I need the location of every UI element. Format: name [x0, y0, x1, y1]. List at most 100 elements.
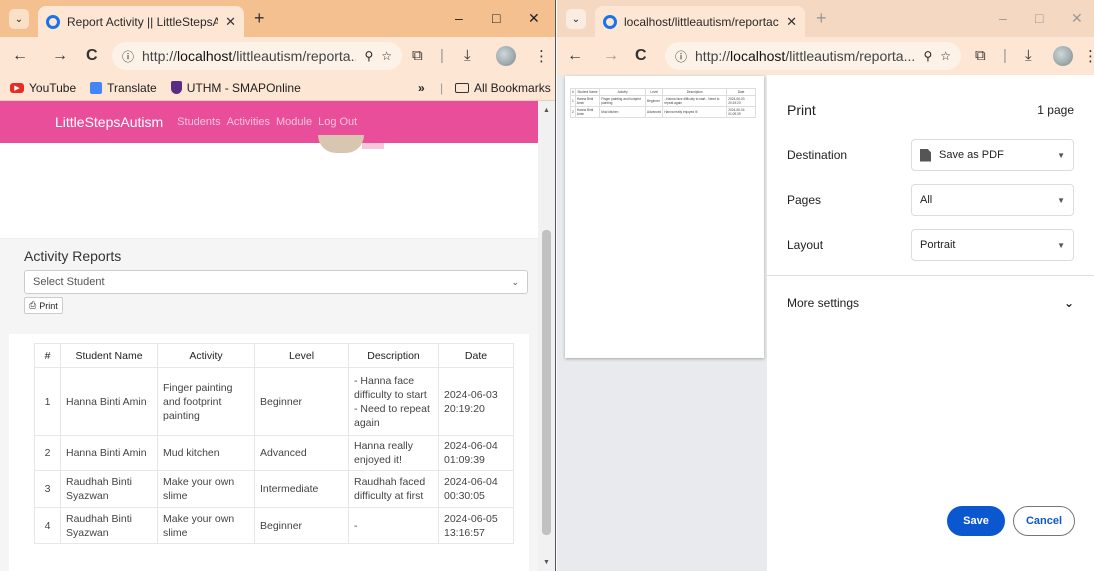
minimize-button[interactable]: –: [999, 10, 1007, 26]
tab-search-icon[interactable]: ⌄: [9, 9, 29, 29]
close-window-button[interactable]: ✕: [528, 10, 540, 27]
forward-button[interactable]: →: [52, 47, 68, 65]
youtube-icon: ▶: [10, 82, 24, 93]
maximize-button[interactable]: □: [492, 10, 500, 26]
bookmark-youtube[interactable]: ▶ YouTube: [10, 81, 76, 95]
maximize-button[interactable]: □: [1035, 10, 1043, 26]
address-bar[interactable]: ⓘ http://localhost/littleautism/reporta.…: [665, 42, 961, 70]
caret-down-icon: ▼: [1057, 195, 1065, 205]
zoom-icon[interactable]: ⚲: [923, 49, 932, 63]
more-settings-toggle[interactable]: More settings ⌄: [787, 296, 1074, 310]
cell-level: Advanced: [254, 435, 349, 471]
brand-link[interactable]: LittleStepsAutism: [55, 114, 163, 130]
col-activity: Activity: [157, 343, 255, 368]
preview-cell: 2024-06-03 20:19:20: [726, 95, 756, 107]
bookmark-star-icon[interactable]: ☆: [940, 49, 951, 63]
back-button[interactable]: ←: [12, 47, 28, 65]
save-button[interactable]: Save: [947, 506, 1005, 536]
cell-date: 2024-06-04 00:30:05: [438, 470, 514, 508]
cell-activity: Finger painting and footprint painting: [157, 367, 255, 436]
forward-button[interactable]: →: [603, 47, 619, 65]
preview-cell: Mud kitchen: [599, 106, 647, 118]
bookmark-translate[interactable]: Translate: [90, 81, 157, 95]
nav-activities[interactable]: Activities: [227, 116, 270, 128]
nav-module[interactable]: Module: [276, 116, 312, 128]
all-bookmarks-button[interactable]: All Bookmarks: [455, 81, 551, 95]
menu-icon[interactable]: ⋮: [534, 47, 549, 65]
nav-logout[interactable]: Log Out: [318, 116, 357, 128]
cell-description: Raudhah faced difficulty at first: [348, 470, 439, 508]
cancel-button[interactable]: Cancel: [1013, 506, 1075, 536]
download-icon[interactable]: ⤓: [464, 47, 471, 64]
bookmarks-overflow-button[interactable]: »: [418, 81, 425, 95]
pages-row: Pages All ▼: [787, 184, 1074, 216]
destination-value: Save as PDF: [939, 149, 1004, 161]
table-row: 2 Hanna Binti Amin Mud kitchen Advanced …: [34, 435, 514, 471]
zoom-icon[interactable]: ⚲: [364, 49, 373, 63]
extensions-icon[interactable]: ⧉: [975, 47, 986, 64]
new-tab-button[interactable]: +: [254, 8, 265, 29]
extensions-icon[interactable]: ⧉: [412, 47, 423, 64]
scroll-up-icon[interactable]: ▲: [543, 107, 550, 114]
site-info-icon[interactable]: ⓘ: [675, 48, 687, 65]
cell-description: - Hanna face difficulty to start - Need …: [348, 367, 439, 436]
student-select[interactable]: Select Student ⌄: [24, 270, 528, 294]
pages-select[interactable]: All ▼: [911, 184, 1074, 216]
preview-date: [570, 81, 571, 85]
print-button[interactable]: ⎙ Print: [24, 297, 63, 314]
tab-close-icon[interactable]: ✕: [786, 14, 797, 30]
back-button[interactable]: ←: [567, 47, 583, 65]
page-scrollbar[interactable]: ▲ ▼: [538, 101, 555, 571]
print-preview-page[interactable]: # Student Name Activity Level Descriptio…: [565, 76, 764, 358]
favicon-icon: [603, 14, 617, 29]
nav-students[interactable]: Students: [177, 116, 220, 128]
new-tab-button[interactable]: +: [816, 8, 827, 29]
tab-title: localhost/littleautism/reportact: [624, 14, 780, 29]
more-settings-label: More settings: [787, 296, 860, 310]
profile-avatar[interactable]: [1053, 46, 1073, 66]
layout-select[interactable]: Portrait ▼: [911, 229, 1074, 261]
pages-value: All: [920, 194, 933, 206]
preview-cell: Hanna Binti Amin: [574, 95, 601, 107]
bookmark-uthm[interactable]: UTHM - SMAPOnline: [170, 81, 301, 95]
cell-activity: Make your own slime: [157, 507, 255, 544]
reload-button[interactable]: C: [635, 47, 647, 65]
cell-description: Hanna really enjoyed it!: [348, 435, 439, 471]
cell-activity: Make your own slime: [157, 470, 255, 508]
preview-footer: [570, 349, 759, 353]
tab-title: Report Activity || LittleStepsAutism: [67, 14, 219, 29]
profile-avatar[interactable]: [496, 46, 516, 66]
minimize-button[interactable]: –: [455, 10, 463, 26]
print-settings-panel: Print 1 page Destination Save as PDF ▼ P…: [767, 75, 1094, 571]
col-date: Date: [438, 343, 514, 368]
address-bar[interactable]: ⓘ http://localhost/littleautism/reporta.…: [112, 42, 402, 70]
preview-col: Activity: [599, 88, 647, 96]
tab-search-icon[interactable]: ⌄: [566, 9, 586, 29]
favicon-icon: [46, 14, 60, 29]
activity-reports-section: Activity Reports Select Student ⌄ ⎙ Prin…: [0, 239, 538, 571]
reload-button[interactable]: C: [86, 47, 98, 65]
browser-toolbar: ← → C ⓘ http://localhost/littleautism/re…: [0, 37, 555, 75]
tab-report-print[interactable]: localhost/littleautism/reportact ✕: [595, 6, 805, 37]
table-row: 1 Hanna Binti Amin Finger painting and f…: [34, 367, 514, 436]
site-info-icon[interactable]: ⓘ: [122, 48, 134, 65]
scroll-thumb[interactable]: [542, 230, 551, 535]
tab-report-activity[interactable]: Report Activity || LittleStepsAutism ✕: [38, 6, 244, 37]
bookmarks-divider: |: [440, 80, 444, 95]
layout-row: Layout Portrait ▼: [787, 229, 1074, 261]
menu-icon[interactable]: ⋮: [1083, 47, 1094, 65]
select-placeholder: Select Student: [33, 276, 105, 288]
download-icon[interactable]: ⤓: [1025, 47, 1032, 64]
close-window-button[interactable]: ✕: [1071, 10, 1083, 27]
cell-student-name: Hanna Binti Amin: [60, 435, 158, 471]
tab-close-icon[interactable]: ✕: [225, 14, 236, 30]
cell-description: -: [348, 507, 439, 544]
page-count: 1 page: [1037, 103, 1074, 117]
table-row: 4 Raudhah Binti Syazwan Make your own sl…: [34, 507, 514, 544]
destination-row: Destination Save as PDF ▼: [787, 139, 1074, 171]
preview-col: Level: [645, 88, 664, 96]
destination-select[interactable]: Save as PDF ▼: [911, 139, 1074, 171]
bookmark-star-icon[interactable]: ☆: [381, 49, 392, 63]
scroll-down-icon[interactable]: ▼: [543, 559, 550, 566]
browser-window-left: ⌄ Report Activity || LittleStepsAutism ✕…: [0, 0, 556, 571]
